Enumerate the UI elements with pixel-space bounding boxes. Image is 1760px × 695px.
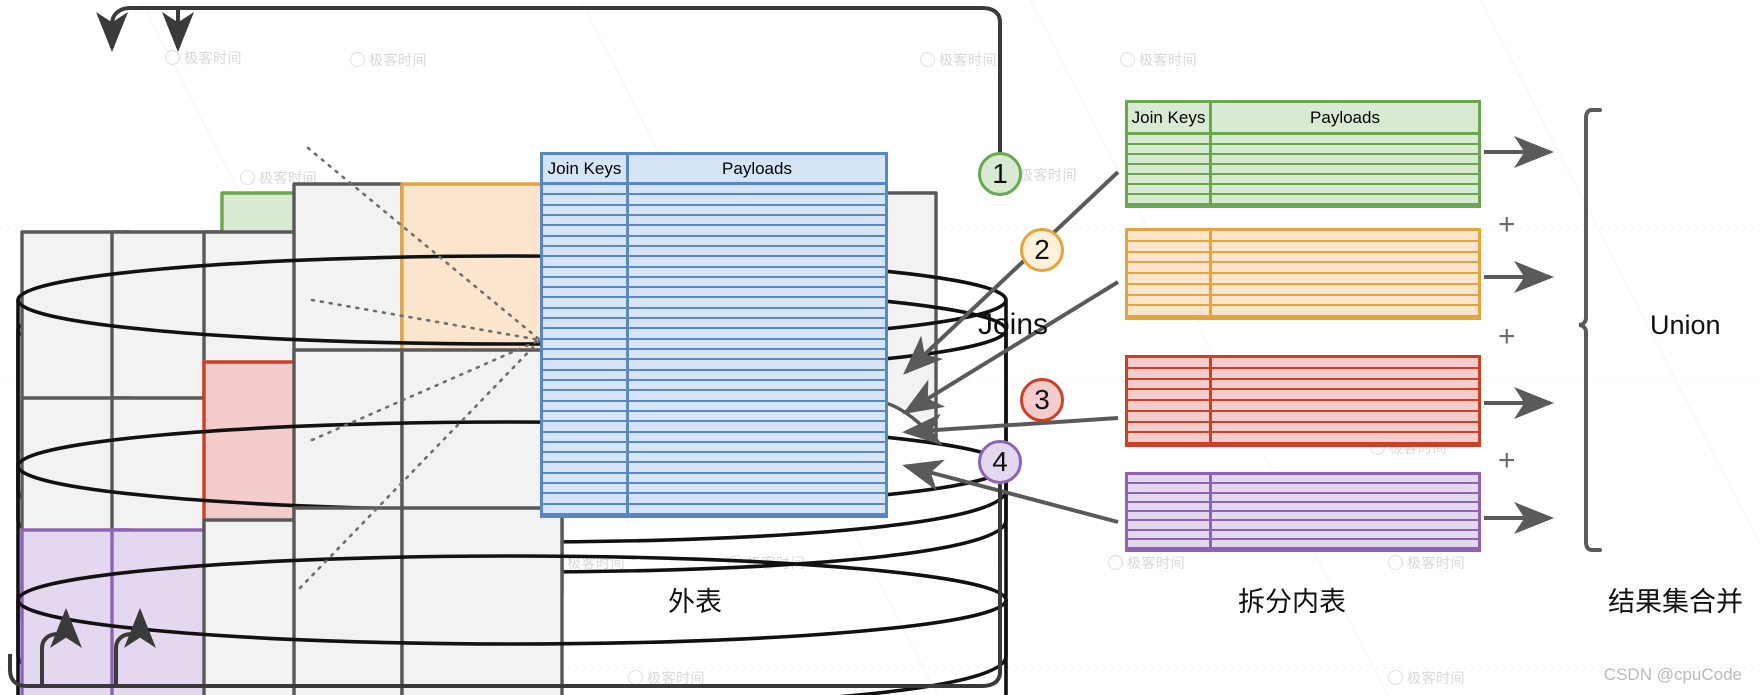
caption-inner-tables: 拆分内表 [1238, 587, 1346, 617]
caption-outer-table: 外表 [668, 587, 722, 617]
result-arrows-layer [1484, 108, 1602, 552]
plus-sign-2: + [1498, 320, 1516, 353]
plus-sign-3: + [1498, 444, 1516, 477]
union-bracket [1578, 108, 1602, 552]
credit-watermark: CSDN @cpuCode [1603, 665, 1742, 684]
caption-result-union: 结果集合并 [1608, 587, 1743, 617]
diagram-canvas: 极客时间 极客时间 极客时间 极客时间 极客时间 极客时间 极客时间 极客时间 … [0, 0, 1760, 695]
union-label: Union [1650, 310, 1721, 340]
plus-sign-1: + [1498, 208, 1516, 241]
